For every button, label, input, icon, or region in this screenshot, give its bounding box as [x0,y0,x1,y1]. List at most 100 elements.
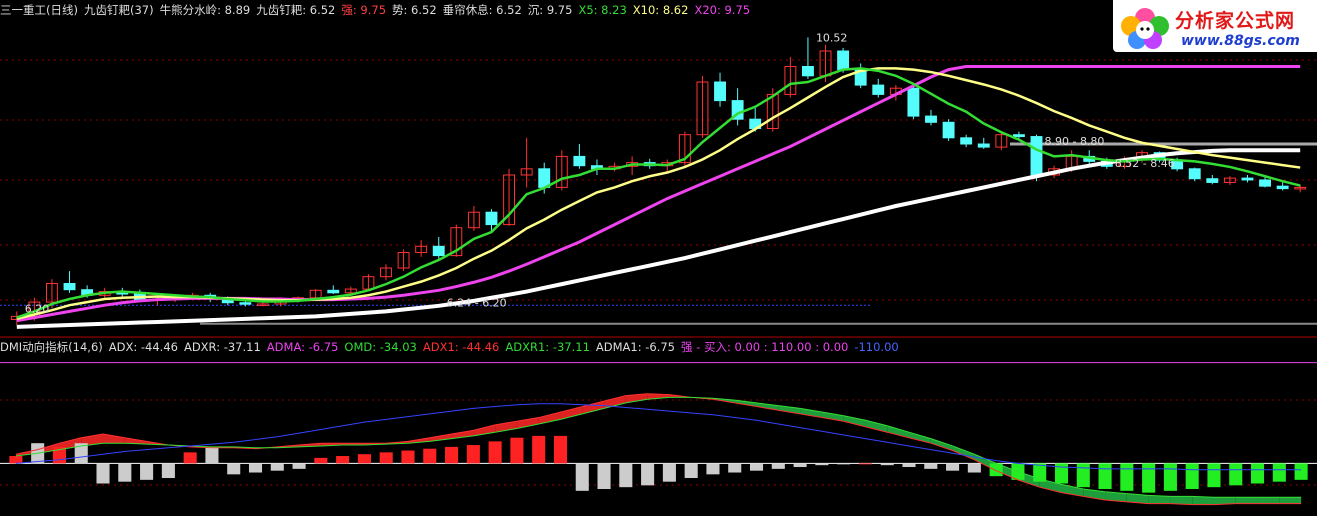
candle-body-53 [942,121,955,139]
dmi-band-57 [1257,497,1280,504]
dmi-band-38 [843,415,866,427]
candle-body-47 [837,50,850,71]
dmi-band-39 [865,420,888,433]
dmi-histogram-bar-27 [597,463,611,490]
dmi-histogram-bar-21 [466,445,480,464]
site-logo: 分析家公式网 www.88gs.com [1113,0,1317,52]
dmi-histogram-bar-26 [575,463,589,491]
dmi-band-25 [560,406,583,420]
candle-body-49 [872,84,885,95]
candle-body-27 [485,211,498,226]
header-top-item-2: 牛熊分水岭: 8.89 [159,3,251,17]
header-bottom-item-6: ADXR1: -37.11 [505,340,590,354]
dmi-histogram-bar-49 [1076,463,1090,488]
dmi-histogram-bar-39 [858,463,872,465]
candle-body-13 [239,302,252,305]
dmi-histogram-bar-38 [837,463,851,465]
price-annotation-3: 6.20 [25,302,50,315]
dmi-histogram-bar-41 [902,463,916,468]
dmi-histogram-bar-7 [161,463,175,479]
candle-body-45 [801,66,814,77]
candle-body-3 [63,283,76,291]
candle-body-32 [573,155,586,167]
header-bottom-item-9: -110.00 [854,340,899,354]
candle-body-40 [714,81,726,102]
candle-body-58 [1030,136,1043,176]
candle-body-70 [1241,177,1254,181]
header-bottom-item-4: OMD: -34.03 [344,340,417,354]
dmi-histogram-bar-10 [227,463,241,475]
price-header: 三一重工(日线) 九齿钉耙(37) 牛熊分水岭: 8.89 九齿钉耙: 6.52 强: … [0,3,756,17]
dmi-histogram-bar-53 [1163,463,1177,491]
candle-body-71 [1259,179,1271,187]
dmi-band-26 [582,401,605,414]
dmi-band-58 [1279,497,1302,504]
price-annotation-1: 8.90 - 8.80 [1044,135,1104,148]
price-annotation-2: 6.24 - 6.20 [447,297,507,310]
dmi-histogram-bar-51 [1120,463,1134,491]
dmi-histogram-bar-36 [793,463,807,468]
header-bottom-item-5: ADX1: -44.46 [422,340,500,354]
long-ma-line [16,148,1301,329]
header-top-item-8: X5: 8.23 [578,3,627,17]
dmi-histogram-bar-12 [270,463,284,471]
candle-body-24 [432,245,445,257]
candle-body-68 [1206,178,1219,183]
candle-body-51 [907,87,920,117]
dmi-histogram-bar-24 [532,435,546,464]
dmi-histogram-bar-35 [771,463,785,469]
dmi-histogram-bar-16 [357,454,371,464]
dmi-histogram-bar-29 [641,463,655,486]
x20-line [16,65,1301,323]
dmi-histogram-bar-11 [248,463,263,473]
header-top-item-9: X10: 8.62 [632,3,689,17]
dmi-histogram-bar-34 [749,463,764,471]
dmi-histogram-bar-8 [183,452,197,464]
indicator-header: DMI动向指标(14,6) ADX: -44.46 ADXR: -37.11 ADMA… [0,340,905,354]
dmi-histogram-bar-57 [1251,463,1265,484]
flower-icon [1121,8,1169,49]
price-annotation-4: 8.52 - 8.46 [1115,157,1175,170]
dmi-histogram-bar-56 [1229,463,1243,486]
dmi-histogram-bar-50 [1098,463,1112,490]
dmi-histogram-bar-19 [423,448,437,464]
x5-line [16,67,1301,319]
dmi-histogram-bar-17 [379,452,393,464]
dmi-histogram-bar-5 [118,463,132,482]
header-bottom-item-0: DMI动向指标(14,6) [0,340,103,354]
dmi-band-56 [1235,497,1258,504]
header-top-item-3: 九齿钉耙: 6.52 [256,3,336,17]
header-top-item-7: 沉: 9.75 [527,3,573,17]
header-top-item-5: 势: 6.52 [392,3,437,17]
dmi-histogram-bar-33 [728,463,742,473]
stock-chart[interactable]: 10.52 8.90 - 8.80 6.24 - 6.20 6.20 8.52 - 8.… [0,0,1317,516]
header-bottom-item-3: ADMA: -6.75 [266,340,339,354]
dmi-histogram-bar-59 [1294,463,1308,480]
dmi-histogram-bar-9 [205,446,219,464]
header-top-item-0: 三一重工(日线) [0,3,78,17]
header-top-item-4: 强: 9.75 [341,3,387,17]
candle-body-18 [327,289,340,294]
header-top-item-10: X20: 9.75 [694,3,751,17]
dmi-histogram-bar-44 [967,463,981,473]
dmi-histogram-bar-18 [401,450,415,464]
dmi-histogram-bar-42 [924,463,938,469]
dmi-histogram-bar-6 [140,463,154,480]
candle-body-54 [960,137,973,145]
dmi-histogram-bar-32 [706,463,720,475]
header-bottom-item-7: ADMA1: -6.75 [595,340,676,354]
dmi-histogram-bar-52 [1142,463,1156,493]
dmi-histogram-bar-40 [880,463,894,466]
dmi-histogram-bar-55 [1207,463,1221,488]
candle-body-72 [1276,185,1289,190]
dmi-histogram-bar-20 [445,446,459,464]
dmi-histogram-bar-28 [619,463,633,488]
header-top-item-6: 垂帘休息: 6.52 [442,3,522,17]
header-bottom-item-8: 强 - 买入: 0.00 : 110.00 : 0.00 [681,340,849,354]
price-annotation-0: 10.52 [816,31,848,44]
dmi-histogram-bar-58 [1272,463,1286,482]
logo-url: www.88gs.com [1181,33,1300,49]
dmi-histogram-bar-15 [336,456,350,464]
dmi-histogram-bar-13 [292,463,306,469]
dmi-histogram-bar-31 [684,463,698,479]
